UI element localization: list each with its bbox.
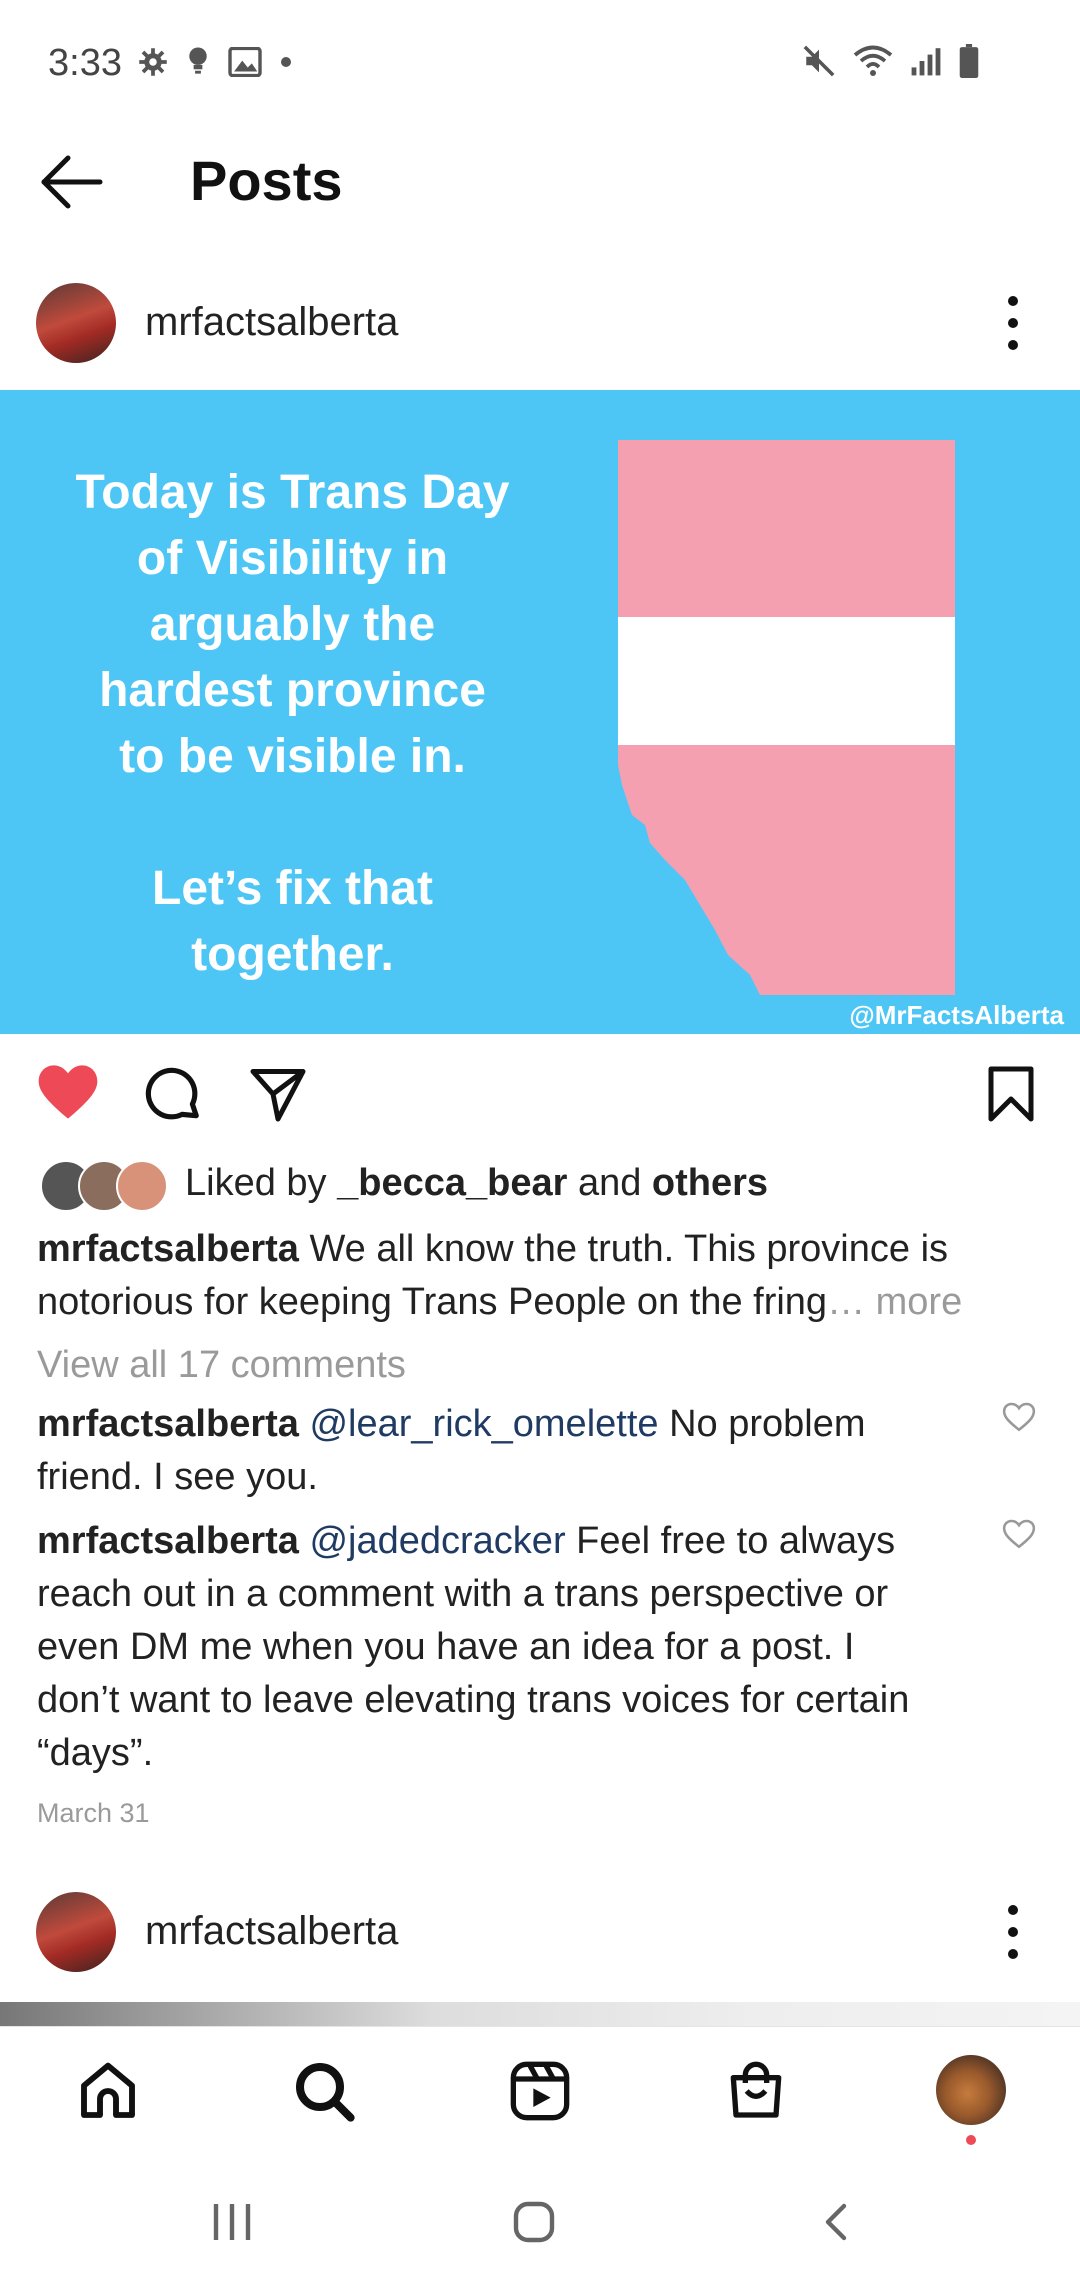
caption-more-link[interactable]: … more [827, 1281, 962, 1323]
liked-by-avatars[interactable] [40, 1160, 168, 1212]
back-arrow-icon[interactable] [38, 148, 108, 218]
image-text-spacer [50, 790, 535, 856]
system-back-icon[interactable] [816, 2200, 860, 2244]
search-icon[interactable] [292, 2059, 356, 2123]
trans-flag-alberta-map [618, 440, 955, 995]
caption-text: We all know the truth. This province is [298, 1228, 949, 1270]
comment-like-heart-icon[interactable] [1002, 1517, 1036, 1551]
caption-line: mrfactsalberta We all know the truth. Th… [37, 1223, 948, 1276]
more-options-icon[interactable] [1006, 1902, 1020, 1962]
liked-by-prefix: Liked by [185, 1162, 338, 1204]
signal-icon [911, 48, 941, 76]
image-text-line: arguably the [149, 598, 436, 651]
view-all-comments-link[interactable]: View all 17 comments [37, 1339, 406, 1392]
next-post-avatar[interactable] [36, 1892, 116, 1972]
liker-avatar [116, 1160, 168, 1212]
comment-icon[interactable] [142, 1064, 204, 1126]
system-nav-bar [0, 2160, 1080, 2280]
image-text-line: to be visible in. [119, 730, 466, 783]
post-image-text: Today is Trans Day of Visibility in argu… [50, 460, 535, 988]
battery-icon [959, 44, 979, 78]
post-username[interactable]: mrfactsalberta [145, 300, 398, 345]
comment-text: reach out in a comment with a trans pers… [37, 1573, 889, 1615]
comment-text: “days”. [37, 1732, 154, 1774]
post-avatar[interactable] [36, 283, 116, 363]
reels-icon[interactable] [508, 2059, 572, 2123]
profile-avatar[interactable] [936, 2055, 1006, 2125]
more-options-icon[interactable] [1006, 293, 1020, 353]
comment-text: No problem [658, 1403, 866, 1445]
bookmark-save-icon[interactable] [986, 1064, 1036, 1124]
comment-like-heart-icon[interactable] [1002, 1400, 1036, 1434]
status-left-icons [138, 46, 292, 78]
comment-mention[interactable]: @jadedcracker [309, 1520, 565, 1562]
comment-mention[interactable]: @lear_rick_omelette [309, 1403, 658, 1445]
recent-apps-icon[interactable] [210, 2200, 254, 2244]
liked-by-and: and [567, 1162, 652, 1204]
status-right-icons [802, 44, 980, 78]
comment-text: friend. I see you. [37, 1456, 318, 1498]
share-send-icon[interactable] [248, 1066, 308, 1122]
image-text-line: Let’s fix that [152, 862, 433, 915]
gallery-icon [228, 47, 262, 77]
dot-icon [281, 57, 291, 67]
comment-text: even DM me when you have an idea for a p… [37, 1626, 855, 1668]
like-heart-icon[interactable] [36, 1062, 100, 1122]
comment-username[interactable]: mrfactsalberta [37, 1403, 299, 1445]
bottom-nav [0, 2026, 1080, 2157]
image-text-line: of Visibility in [136, 532, 449, 585]
caption-username[interactable]: mrfactsalberta [37, 1228, 299, 1270]
next-post-username[interactable]: mrfactsalberta [145, 1909, 398, 1954]
image-watermark: @MrFactsAlberta [849, 1000, 1064, 1030]
image-text-line: Today is Trans Day [75, 466, 510, 519]
comment-text: don’t want to leave elevating trans voic… [37, 1679, 910, 1721]
home-icon[interactable] [76, 2059, 140, 2123]
image-text-line: together. [191, 928, 394, 981]
settings-icon [139, 48, 167, 76]
liked-by-text[interactable]: Liked by _becca_bear and others [185, 1157, 768, 1210]
shop-icon[interactable] [724, 2059, 788, 2123]
comment-line: mrfactsalberta @lear_rick_omelette No pr… [37, 1398, 866, 1451]
status-time: 3:33 [48, 42, 122, 84]
caption-line: notorious for keeping Trans People on th… [37, 1276, 962, 1329]
image-text-line: hardest province [99, 664, 486, 717]
page-title: Posts [190, 149, 343, 212]
wifi-icon [853, 45, 893, 76]
notification-dot [966, 2135, 976, 2145]
post-date: March 31 [37, 1798, 150, 1828]
bulb-icon [189, 47, 207, 74]
comment-username[interactable]: mrfactsalberta [37, 1520, 299, 1562]
next-post-image-peek[interactable] [0, 2002, 1080, 2026]
comment-line: mrfactsalberta @jadedcracker Feel free t… [37, 1515, 895, 1568]
caption-text: notorious for keeping Trans People on th… [37, 1281, 828, 1323]
liked-by-user[interactable]: _becca_bear [337, 1162, 567, 1204]
comment-text: Feel free to always [565, 1520, 896, 1562]
liked-by-others[interactable]: others [652, 1162, 768, 1204]
home-button-icon[interactable] [512, 2200, 556, 2244]
mute-icon [803, 45, 835, 77]
